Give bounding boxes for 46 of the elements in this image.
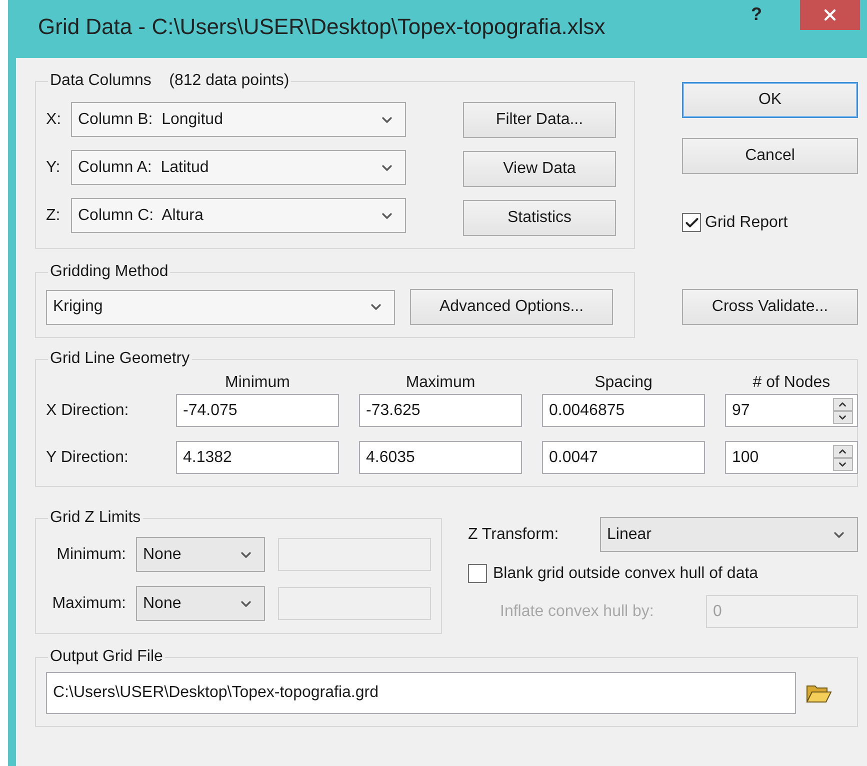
axis-label: X: (46, 110, 62, 128)
row-label: Y Direction: (46, 448, 130, 466)
limit-label: Maximum: (51, 594, 126, 612)
axis-label: Y: (46, 158, 62, 176)
input-field[interactable]: 0.0047 (542, 441, 705, 474)
close-button[interactable] (800, 0, 860, 30)
input-field[interactable]: -73.625 (359, 394, 522, 427)
dialog-button[interactable]: OK (682, 82, 858, 118)
dropdown[interactable]: None (136, 537, 265, 572)
group-label: Grid Line Geometry (49, 350, 191, 368)
window-title: Grid Data - C:\Users\USER\Desktop\Topex-topografia.xlsx (38, 14, 606, 40)
z-transform-label: Z Transform: (468, 526, 560, 544)
group-label: Data Columns (812 data points) (49, 72, 290, 90)
dropdown[interactable]: Kriging (46, 290, 395, 324)
group-label: Gridding Method (49, 263, 170, 281)
checkbox-label: Blank grid outside convex hull of data (493, 564, 758, 582)
action-button[interactable]: Filter Data... (463, 102, 616, 138)
input-field[interactable]: C:\Users\USER\Desktop\Topex-topografia.grd (46, 672, 796, 714)
dialog-button[interactable]: Cancel (682, 138, 858, 174)
input-field[interactable]: -74.075 (176, 394, 339, 427)
input-field[interactable]: 4.1382 (176, 441, 339, 474)
help-button[interactable]: ? (751, 4, 762, 25)
input-field[interactable]: 0.0046875 (542, 394, 705, 427)
checkbox[interactable] (682, 213, 701, 232)
column-header: Minimum (224, 374, 291, 392)
column-header: Spacing (594, 374, 654, 392)
group-label: Output Grid File (49, 648, 164, 666)
dropdown[interactable]: Column C: Altura (71, 198, 406, 233)
dropdown[interactable]: Column A: Latitud (71, 150, 406, 185)
cross-validate-button[interactable]: Cross Validate... (682, 289, 858, 325)
action-button[interactable]: Statistics (463, 200, 616, 236)
column-header: # of Nodes (752, 374, 832, 392)
row-label: X Direction: (46, 402, 130, 420)
dropdown[interactable]: Linear (600, 517, 858, 552)
column-header: Maximum (404, 374, 476, 392)
axis-label: Z: (46, 206, 62, 224)
limit-label: Minimum: (56, 546, 126, 564)
dropdown[interactable]: Column B: Longitud (71, 102, 406, 137)
input-field[interactable]: 4.6035 (359, 441, 522, 474)
group-label: Grid Z Limits (49, 509, 142, 527)
checkbox[interactable] (468, 564, 487, 583)
checkbox-label: Grid Report (705, 214, 788, 232)
dropdown[interactable]: None (136, 586, 265, 621)
action-button[interactable]: View Data (463, 151, 616, 187)
inflate-label: Inflate convex hull by: (500, 602, 655, 620)
advanced-options-button[interactable]: Advanced Options... (410, 289, 613, 325)
